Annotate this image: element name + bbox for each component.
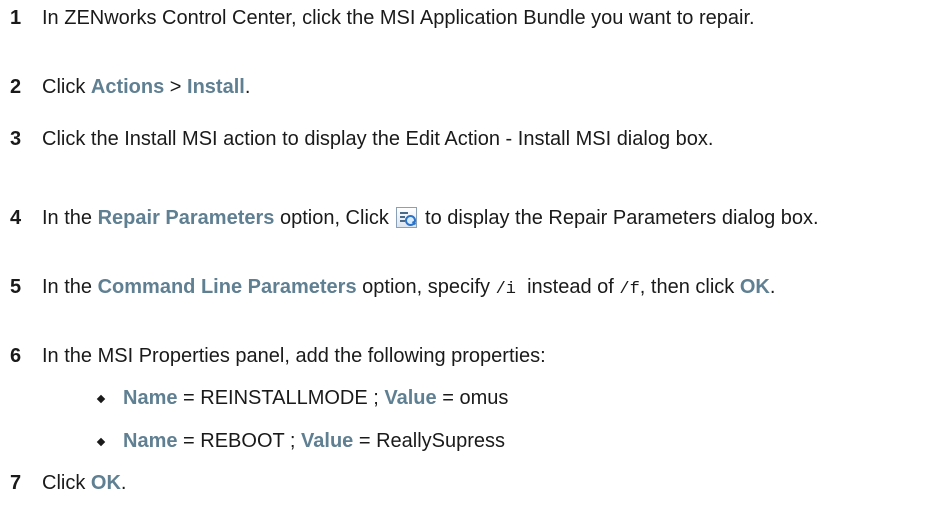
step-number: 3	[10, 128, 22, 150]
ok-label: OK	[90, 472, 121, 494]
step-1: 1 In ZENworks Control Center, click the …	[10, 5, 920, 32]
document: 1 In ZENworks Control Center, click the …	[0, 0, 938, 521]
code-f: /f	[619, 280, 640, 299]
name-label: Name	[123, 430, 178, 452]
ok-label: OK	[739, 276, 770, 298]
step-text: Click OK.	[42, 472, 127, 494]
step-2: 2 Click Actions > Install.	[10, 74, 920, 101]
step-number: 4	[10, 207, 22, 229]
step-4: 4 In the Repair Parameters option, Click…	[10, 205, 920, 232]
step-text: In the Command Line Parameters option, s…	[42, 276, 776, 299]
name-label: Name	[123, 387, 178, 409]
value-label: Value	[301, 430, 354, 452]
list-item: Name = REINSTALLMODE ; Value = omus	[96, 385, 898, 412]
step-text: Click Actions > Install.	[42, 76, 251, 98]
step-3: 3 Click the Install MSI action to displa…	[10, 126, 920, 153]
command-line-parameters-label: Command Line Parameters	[97, 276, 357, 298]
step-text: In the MSI Properties panel, add the fol…	[42, 345, 546, 367]
code-i: /i	[495, 280, 516, 299]
bullet-diamond-icon	[96, 437, 106, 447]
list-item: Name = REBOOT ; Value = ReallySupress	[96, 428, 898, 455]
actions-label: Actions	[90, 76, 165, 98]
step-5: 5 In the Command Line Parameters option,…	[10, 274, 920, 303]
step-number: 6	[10, 345, 22, 367]
bullet-diamond-icon	[96, 394, 106, 404]
value-label: Value	[384, 387, 437, 409]
install-label: Install	[187, 76, 245, 98]
step-number: 1	[10, 7, 22, 29]
step-text: In ZENworks Control Center, click the MS…	[42, 7, 755, 29]
step-7: 7 Click OK.	[10, 470, 920, 497]
step-text: Click the Install MSI action to display …	[42, 128, 714, 150]
search-list-icon	[396, 207, 418, 228]
step-text: In the Repair Parameters option, Click t…	[42, 207, 819, 229]
step-number: 5	[10, 276, 22, 298]
step-number: 2	[10, 76, 22, 98]
step-6: 6 In the MSI Properties panel, add the f…	[10, 343, 920, 370]
step-number: 7	[10, 472, 22, 494]
repair-parameters-label: Repair Parameters	[97, 207, 275, 229]
